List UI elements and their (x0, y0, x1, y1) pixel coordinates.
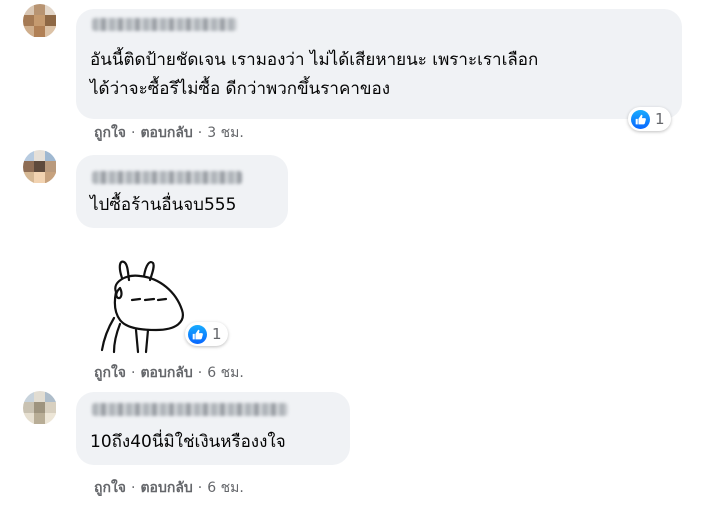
comment-text-line-1: อันนี้ติดป้ายชัดเจน เรามองว่า ไม่ได้เสีย… (90, 50, 539, 70)
reply-link[interactable]: ตอบกลับ (140, 480, 192, 496)
separator: · (131, 365, 136, 381)
comment-text-line-2: ได้ว่าจะซื้อรึไม่ซื้อ ดีกว่าพวกขึ้นราคาข… (90, 79, 390, 99)
reply-link[interactable]: ตอบกลับ (140, 365, 192, 381)
like-link[interactable]: ถูกใจ (94, 480, 126, 496)
like-link[interactable]: ถูกใจ (94, 125, 126, 141)
timestamp[interactable]: 3 ชม. (207, 125, 244, 141)
comment-bubble: ไปซื้อร้านอื่นจบ555 (76, 155, 288, 228)
commenter-name[interactable] (92, 171, 242, 184)
separator: · (197, 365, 203, 381)
comment-actions: ถูกใจ · ตอบกลับ · 6 ชม. (94, 363, 244, 383)
separator: · (131, 125, 136, 141)
avatar[interactable] (23, 391, 57, 425)
comment-bubble: อันนี้ติดป้ายชัดเจน เรามองว่า ไม่ได้เสีย… (76, 9, 682, 119)
avatar[interactable] (23, 4, 57, 38)
reaction-summary[interactable]: 1 (185, 322, 228, 346)
reaction-count: 1 (655, 110, 665, 128)
timestamp[interactable]: 6 ชม. (207, 365, 244, 381)
separator: · (197, 480, 203, 496)
comment-text: ไปซื้อร้านอื่นจบ555 (90, 195, 237, 215)
thumbs-up-icon (188, 324, 207, 344)
commenter-name[interactable] (92, 18, 237, 31)
comment-text: 10ถึง40นี่มิใช่เงินหรืองงใจ (90, 432, 286, 452)
separator: · (131, 480, 136, 496)
bunny-sweat-sticker[interactable] (96, 258, 196, 354)
comment-actions: ถูกใจ · ตอบกลับ · 6 ชม. (94, 478, 244, 498)
like-link[interactable]: ถูกใจ (94, 365, 126, 381)
reply-link[interactable]: ตอบกลับ (140, 125, 192, 141)
comment-bubble: 10ถึง40นี่มิใช่เงินหรืองงใจ (76, 392, 350, 465)
avatar[interactable] (23, 150, 57, 184)
commenter-name[interactable] (92, 403, 288, 416)
comment-actions: ถูกใจ · ตอบกลับ · 3 ชม. (94, 123, 244, 143)
reaction-count: 1 (212, 325, 222, 343)
separator: · (197, 125, 203, 141)
reaction-summary[interactable]: 1 (628, 107, 671, 131)
thumbs-up-icon (631, 109, 650, 129)
timestamp[interactable]: 6 ชม. (207, 480, 244, 496)
